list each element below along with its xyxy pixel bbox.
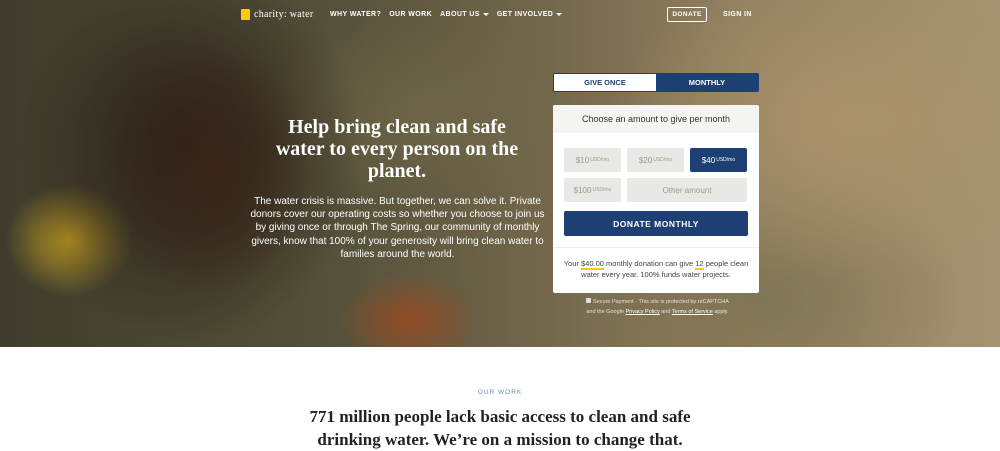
- nav-link-why-water[interactable]: WHY WATER?: [330, 11, 381, 18]
- nav-link-label: WHY WATER?: [330, 11, 382, 18]
- nav-link-our-work[interactable]: OUR WORK: [389, 11, 432, 18]
- terms-of-service-link[interactable]: Terms of Service: [672, 309, 713, 315]
- top-navigation: charity: water WHY WATER? OUR WORK ABOUT…: [0, 0, 1000, 30]
- amount-unit: USD/mo: [590, 157, 610, 163]
- impact-prefix: Your: [563, 259, 579, 268]
- tab-give-once[interactable]: GIVE ONCE: [554, 74, 656, 91]
- amount-unit: USD/mo: [592, 187, 612, 193]
- amount-option-100[interactable]: $100 USD/mo: [564, 178, 621, 202]
- amount-unit: USD/mo: [716, 157, 736, 163]
- donation-frequency-tabs: GIVE ONCE MONTHLY: [553, 73, 759, 92]
- donation-card: Choose an amount to give per month $10 U…: [553, 105, 759, 293]
- lock-icon: [586, 298, 592, 304]
- chevron-down-icon: [556, 12, 563, 16]
- impact-people-count: 12: [695, 259, 704, 270]
- amount-value: $100: [573, 185, 592, 195]
- secure-apply: apply.: [714, 309, 729, 315]
- jerry-can-icon: [241, 9, 250, 20]
- logo-text: charity: water: [254, 9, 314, 20]
- hero-section: charity: water WHY WATER? OUR WORK ABOUT…: [0, 0, 1000, 347]
- section-eyebrow: OUR WORK: [477, 389, 523, 396]
- secure-line-1: Secure Payment · This site is protected …: [593, 299, 729, 305]
- amount-option-40[interactable]: $40 USD/mo: [690, 148, 747, 172]
- impact-amount: $40.00: [580, 259, 604, 270]
- amount-value: $10: [575, 155, 590, 165]
- amount-option-10[interactable]: $10 USD/mo: [564, 148, 621, 172]
- nav-link-label: OUR WORK: [389, 11, 433, 18]
- nav-link-about-us[interactable]: ABOUT US: [440, 11, 489, 18]
- nav-link-label: GET INVOLVED: [496, 11, 554, 18]
- chevron-down-icon: [482, 12, 489, 16]
- amount-value: $40: [701, 155, 716, 165]
- donation-card-header: Choose an amount to give per month: [553, 105, 759, 133]
- divider: [553, 247, 759, 248]
- amount-unit: USD/mo: [653, 157, 673, 163]
- hero-title: Help bring clean and safe water to every…: [275, 116, 519, 182]
- hero-description: The water crisis is massive. But togethe…: [250, 196, 545, 260]
- secure-line-2-prefix: and the Google: [586, 309, 624, 315]
- nav-donate-button[interactable]: DONATE: [667, 7, 707, 22]
- amount-value: $20: [638, 155, 653, 165]
- impact-statement: Your $40.00 monthly donation can give 12…: [561, 258, 751, 280]
- tab-monthly[interactable]: MONTHLY: [656, 74, 758, 91]
- logo[interactable]: charity: water: [241, 9, 313, 20]
- nav-link-label: ABOUT US: [440, 11, 480, 18]
- nav-links: WHY WATER? OUR WORK ABOUT US GET INVOLVE…: [330, 11, 563, 18]
- other-amount-input[interactable]: [627, 178, 747, 202]
- sign-in-link[interactable]: SIGN IN: [723, 11, 752, 18]
- impact-middle: monthly donation can give: [606, 259, 694, 268]
- amount-option-20[interactable]: $20 USD/mo: [627, 148, 684, 172]
- nav-link-get-involved[interactable]: GET INVOLVED: [496, 11, 563, 18]
- mission-headline: 771 million people lack basic access to …: [309, 407, 691, 449]
- donate-monthly-button[interactable]: DONATE MONTHLY: [564, 211, 748, 236]
- secure-and: and: [661, 309, 671, 315]
- secure-payment-note: Secure Payment · This site is protected …: [570, 297, 745, 317]
- privacy-policy-link[interactable]: Privacy Policy: [625, 309, 659, 315]
